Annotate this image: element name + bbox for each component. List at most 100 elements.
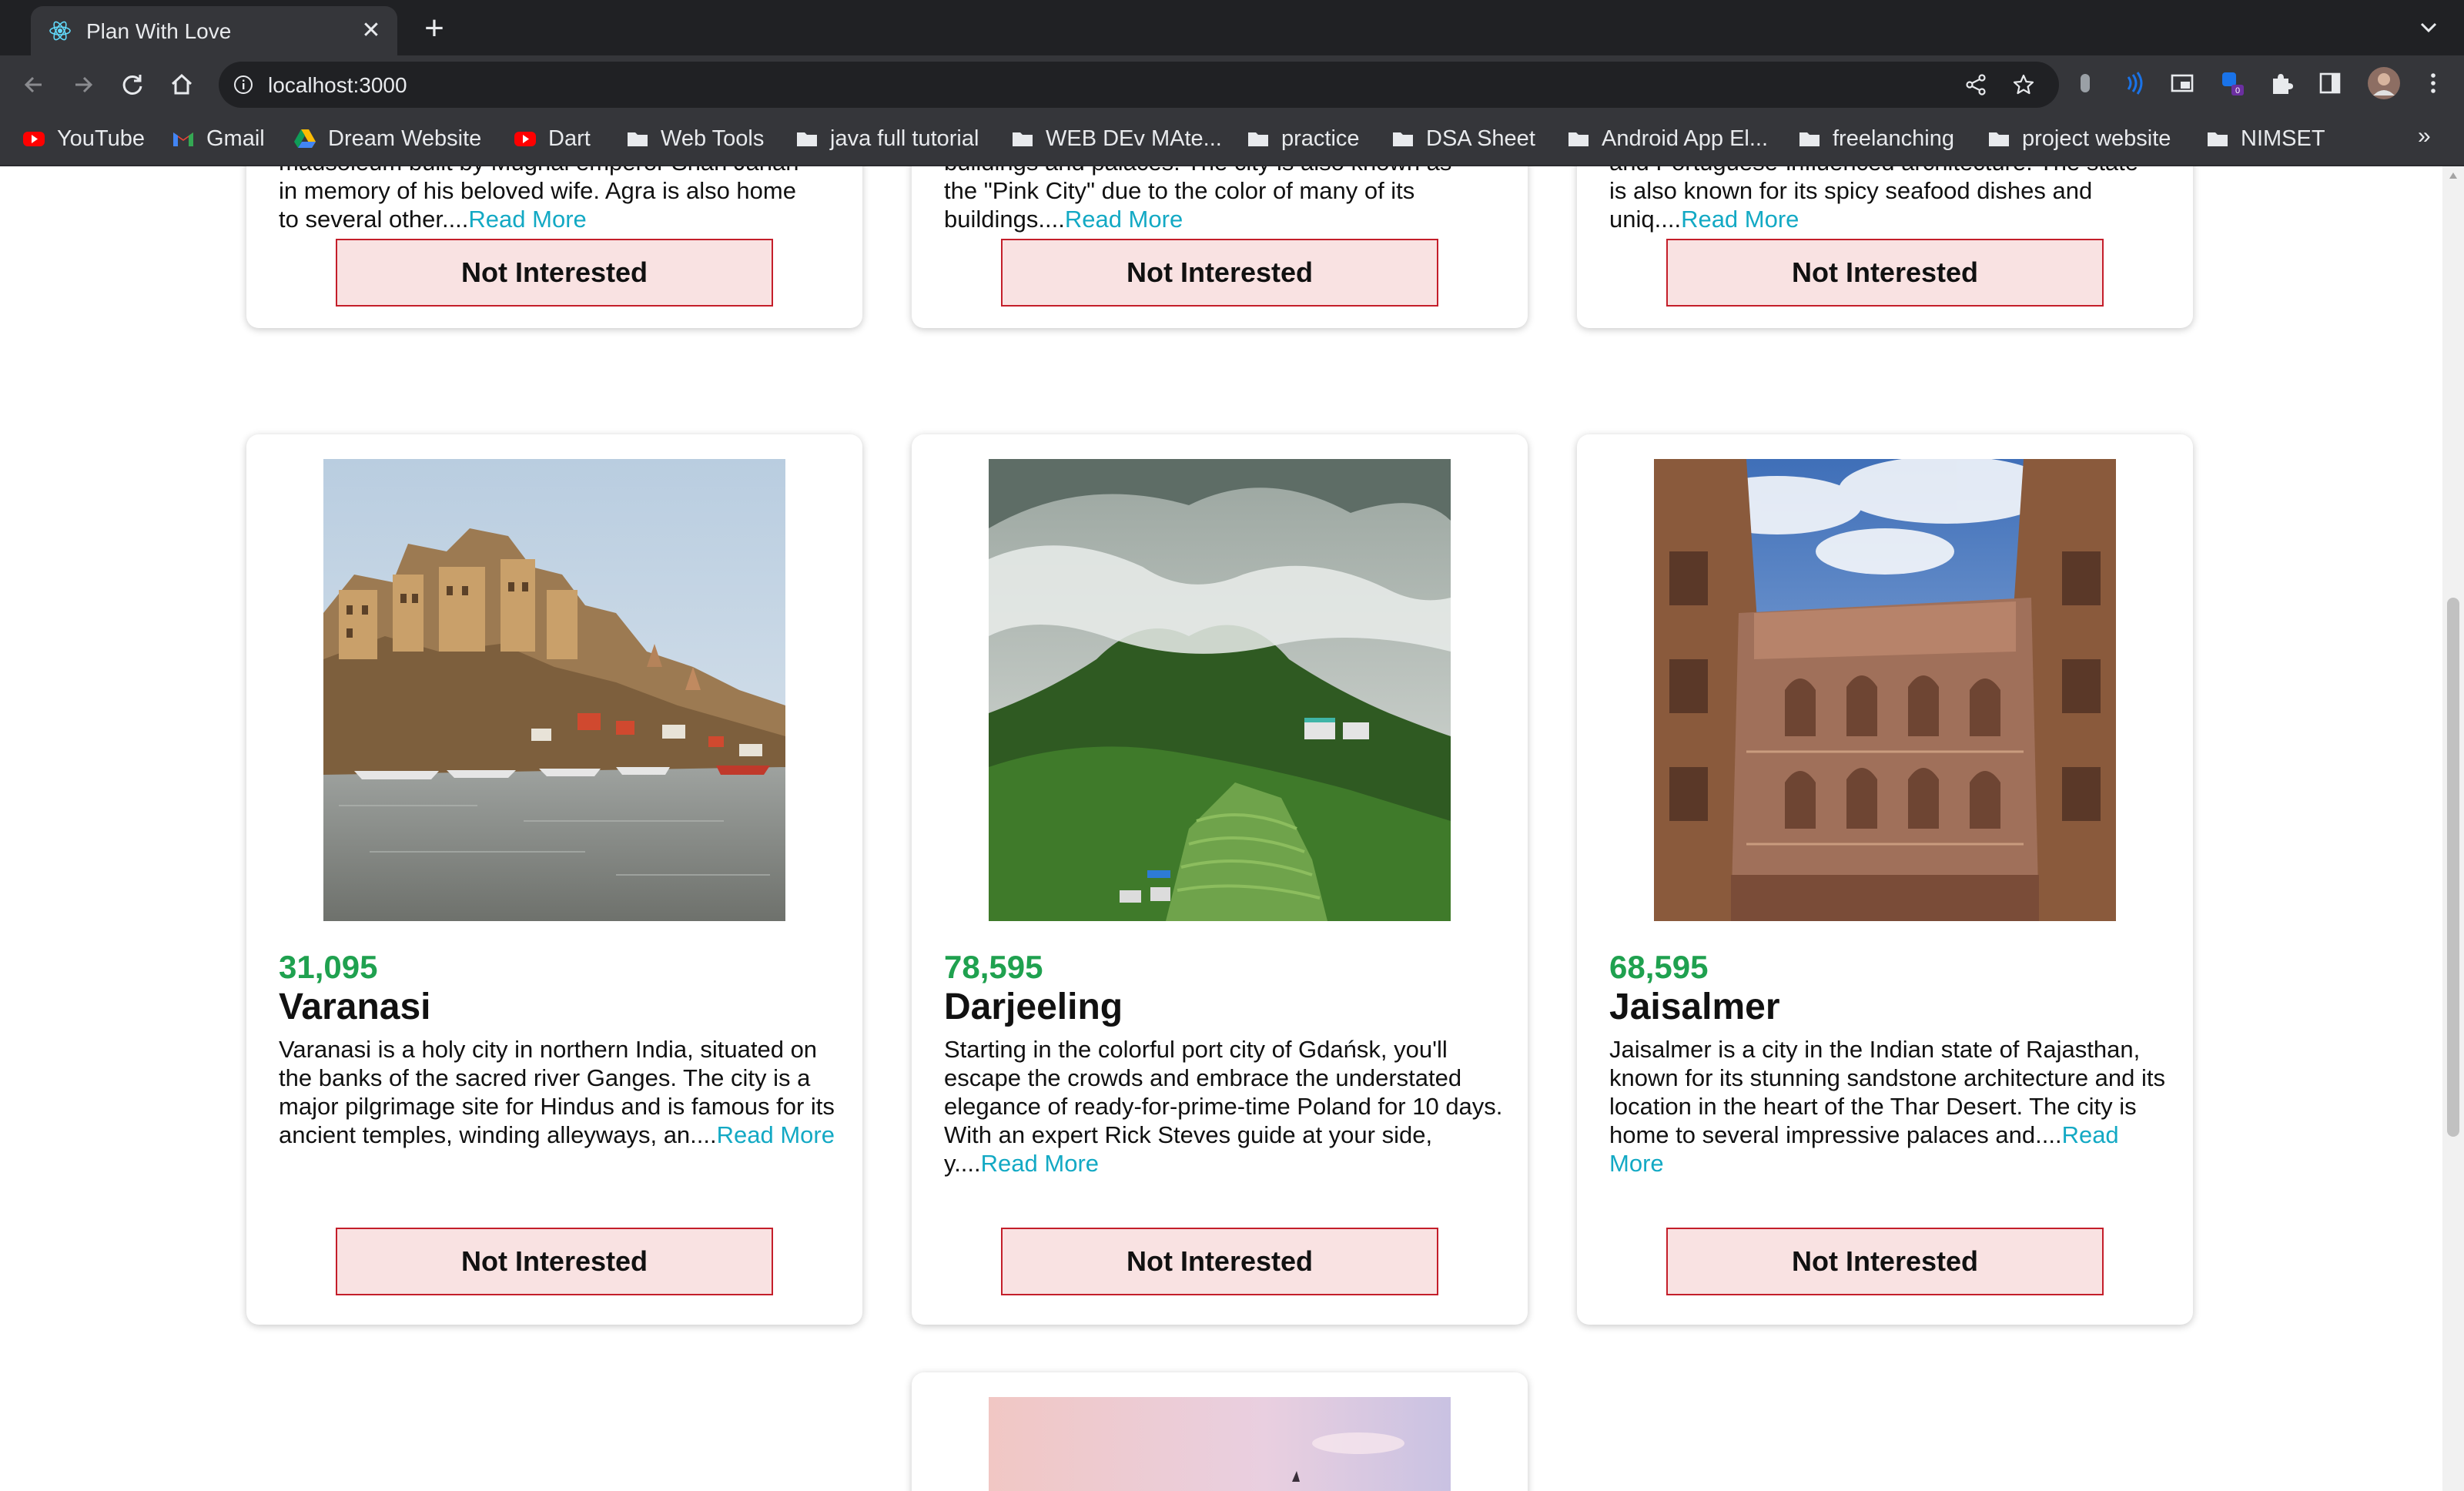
back-arrow-icon[interactable] (18, 69, 49, 100)
kebab-menu-icon[interactable] (2419, 69, 2447, 97)
bookmark-freelanching[interactable]: freelanching (1797, 125, 1954, 152)
tour-description: Varanasi is a holy city in northern Indi… (279, 1036, 835, 1148)
more-bookmarks-button[interactable]: » (2418, 123, 2431, 149)
page-scrollbar[interactable] (2442, 166, 2464, 1491)
scrollbar-thumb[interactable] (2447, 598, 2459, 1137)
browser-tab[interactable]: Plan With Love ✕ (31, 6, 397, 55)
profile-avatar[interactable] (2367, 66, 2401, 100)
tour-card: and Portuguese-influenced architecture. … (1577, 166, 2193, 328)
bookmark-nimset[interactable]: NIMSET (2205, 125, 2325, 152)
tour-description: buildings and palaces. The city is also … (944, 166, 1451, 233)
read-more-link[interactable]: Read More (717, 1121, 835, 1148)
bookmark-label: Dart (548, 126, 591, 151)
tour-price: 31,095 (279, 949, 378, 985)
not-interested-button[interactable]: Not Interested (1666, 239, 2104, 307)
gmail-icon (173, 132, 193, 146)
folder-icon (628, 132, 648, 146)
read-more-link[interactable]: Read More (1681, 206, 1799, 233)
tour-description: Jaisalmer is a city in the Indian state … (1609, 1036, 2166, 1177)
home-icon[interactable] (166, 69, 197, 100)
read-more-link[interactable]: Read More (468, 206, 586, 233)
reload-icon[interactable] (117, 69, 148, 100)
drive-icon (294, 129, 316, 148)
tab-strip: Plan With Love ✕ + (0, 0, 2464, 55)
extension-grey-icon[interactable] (2071, 69, 2099, 97)
bookmark-label: WEB DEv MAte... (1046, 126, 1222, 151)
bookmark-practice[interactable]: practice (1246, 125, 1360, 152)
tour-card: 31,095 Varanasi Varanasi is a holy city … (246, 434, 862, 1325)
folder-icon (1989, 132, 2009, 146)
bookmark-dart[interactable]: Dart (513, 125, 591, 152)
bookmark-dsa-sheet[interactable]: DSA Sheet (1391, 125, 1535, 152)
scroll-up-arrow-icon[interactable] (2449, 173, 2457, 179)
bookmark-label: DSA Sheet (1426, 126, 1535, 151)
tour-card: 68,595 Jaisalmer Jaisalmer is a city in … (1577, 434, 2193, 1325)
varanasi-ghats-photo (323, 459, 785, 921)
not-interested-button[interactable]: Not Interested (1001, 239, 1438, 307)
new-tab-button[interactable]: + (416, 11, 453, 48)
page-viewport: mausoleum built by Mughal emperor Shah J… (0, 166, 2442, 1491)
bookmark-project-website[interactable]: project website (1987, 125, 2171, 152)
tour-card: buildings and palaces. The city is also … (912, 166, 1528, 328)
extension-badge-icon[interactable]: 0 (2218, 69, 2245, 97)
folder-icon (1799, 132, 1820, 146)
bookmark-label: freelanching (1833, 126, 1954, 151)
not-interested-button[interactable]: Not Interested (336, 239, 773, 307)
picture-in-picture-icon[interactable] (2168, 69, 2196, 97)
extension-badge-count: 0 (2235, 86, 2240, 95)
tour-description: mausoleum built by Mughal emperor Shah J… (279, 166, 799, 233)
bookmark-label: java full tutorial (830, 126, 979, 151)
voice-extension-icon[interactable] (2119, 69, 2147, 97)
close-tab-icon[interactable]: ✕ (357, 17, 385, 45)
info-icon[interactable] (233, 74, 254, 95)
tour-description: Starting in the colorful port city of Gd… (944, 1036, 1503, 1177)
tour-price: 78,595 (944, 949, 1043, 985)
forward-arrow-icon[interactable] (68, 69, 99, 100)
folder-icon (797, 132, 817, 146)
puzzle-extensions-icon[interactable] (2267, 69, 2295, 97)
bookmark-android-app[interactable]: Android App El... (1566, 125, 1768, 152)
tour-description: and Portuguese-influenced architecture. … (1609, 166, 2138, 233)
read-more-link[interactable]: Read More (981, 1150, 1099, 1177)
side-panel-icon[interactable] (2316, 69, 2344, 97)
jaisalmer-palace-photo (1654, 459, 2116, 921)
folder-icon (1568, 132, 1589, 146)
tour-name: Jaisalmer (1609, 987, 1780, 1027)
tour-card: mausoleum built by Mughal emperor Shah J… (246, 166, 862, 328)
bookmark-web-tools[interactable]: Web Tools (625, 125, 764, 152)
youtube-icon (23, 132, 45, 146)
folder-icon (1013, 132, 1033, 146)
folder-icon (1393, 132, 1413, 146)
tour-price: 68,595 (1609, 949, 1709, 985)
bookmark-label: Android App El... (1602, 126, 1769, 151)
bookmark-label: Dream Website (328, 126, 482, 151)
folder-icon (1248, 132, 1268, 146)
bookmark-youtube[interactable]: YouTube (22, 125, 145, 152)
tour-card: 78,595 Darjeeling Starting in the colorf… (912, 434, 1528, 1325)
folder-icon (2208, 132, 2228, 146)
bookmark-web-dev-mate[interactable]: WEB DEv MAte... (1010, 125, 1222, 152)
bookmark-label: YouTube (57, 126, 145, 151)
read-more-link[interactable]: Read More (1065, 206, 1183, 233)
tour-name: Varanasi (279, 987, 431, 1027)
bookmark-label: practice (1281, 126, 1360, 151)
not-interested-button[interactable]: Not Interested (1001, 1228, 1438, 1295)
bookmark-star-icon[interactable] (2011, 72, 2036, 97)
address-bar[interactable]: localhost:3000 (219, 62, 2059, 108)
not-interested-button[interactable]: Not Interested (1666, 1228, 2104, 1295)
tour-card (912, 1372, 1528, 1491)
bookmark-gmail[interactable]: Gmail (171, 125, 265, 152)
share-icon[interactable] (1964, 72, 1988, 97)
bookmarks-bar: YouTube Gmail Dream Website Dart Web Too… (0, 114, 2464, 166)
url-text: localhost:3000 (268, 73, 407, 97)
bookmark-label: Gmail (206, 126, 265, 151)
darjeeling-hills-photo (989, 459, 1451, 921)
sunset-destination-photo (989, 1397, 1451, 1491)
bookmark-dream-website[interactable]: Dream Website (293, 125, 481, 152)
react-icon (49, 21, 71, 41)
chevron-down-icon[interactable] (2413, 12, 2444, 43)
bookmark-label: project website (2022, 126, 2171, 151)
not-interested-button[interactable]: Not Interested (336, 1228, 773, 1295)
bookmark-java-full-tutorial[interactable]: java full tutorial (795, 125, 979, 152)
tour-name: Darjeeling (944, 987, 1123, 1027)
